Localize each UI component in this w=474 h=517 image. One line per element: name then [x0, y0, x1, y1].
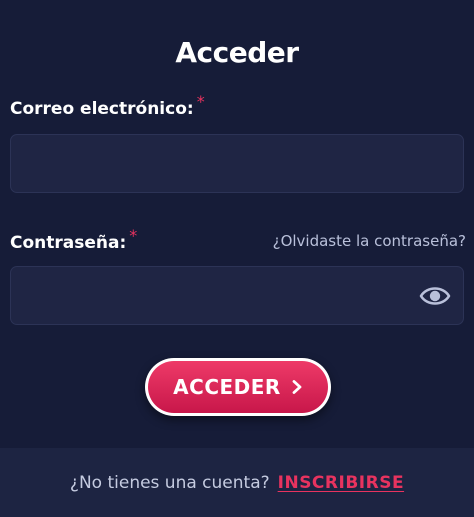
email-field-container: [10, 134, 464, 193]
chevron-right-icon: [291, 375, 303, 399]
required-asterisk: *: [196, 92, 205, 111]
required-asterisk: *: [129, 226, 138, 245]
page-title: Acceder: [175, 36, 299, 69]
signup-prompt: ¿No tienes una cuenta?: [69, 472, 270, 493]
signup-link[interactable]: INSCRIBIRSE: [278, 473, 404, 493]
password-label: Contraseña: *: [10, 226, 137, 253]
eye-icon[interactable]: [419, 283, 451, 309]
login-button-label: ACCEDER: [173, 375, 281, 399]
email-label: Correo electrónico: *: [10, 92, 205, 119]
email-field[interactable]: [11, 135, 463, 192]
forgot-password-link[interactable]: ¿Olvidaste la contraseña?: [273, 232, 466, 250]
password-field-container: [10, 266, 464, 325]
login-button[interactable]: ACCEDER: [148, 361, 328, 413]
password-label-text: Contraseña:: [10, 233, 127, 253]
email-label-text: Correo electrónico:: [10, 99, 194, 119]
password-field[interactable]: [11, 267, 463, 324]
submit-button-frame: ACCEDER: [145, 358, 331, 416]
signup-footer: ¿No tienes una cuenta? INSCRIBIRSE: [0, 448, 474, 517]
